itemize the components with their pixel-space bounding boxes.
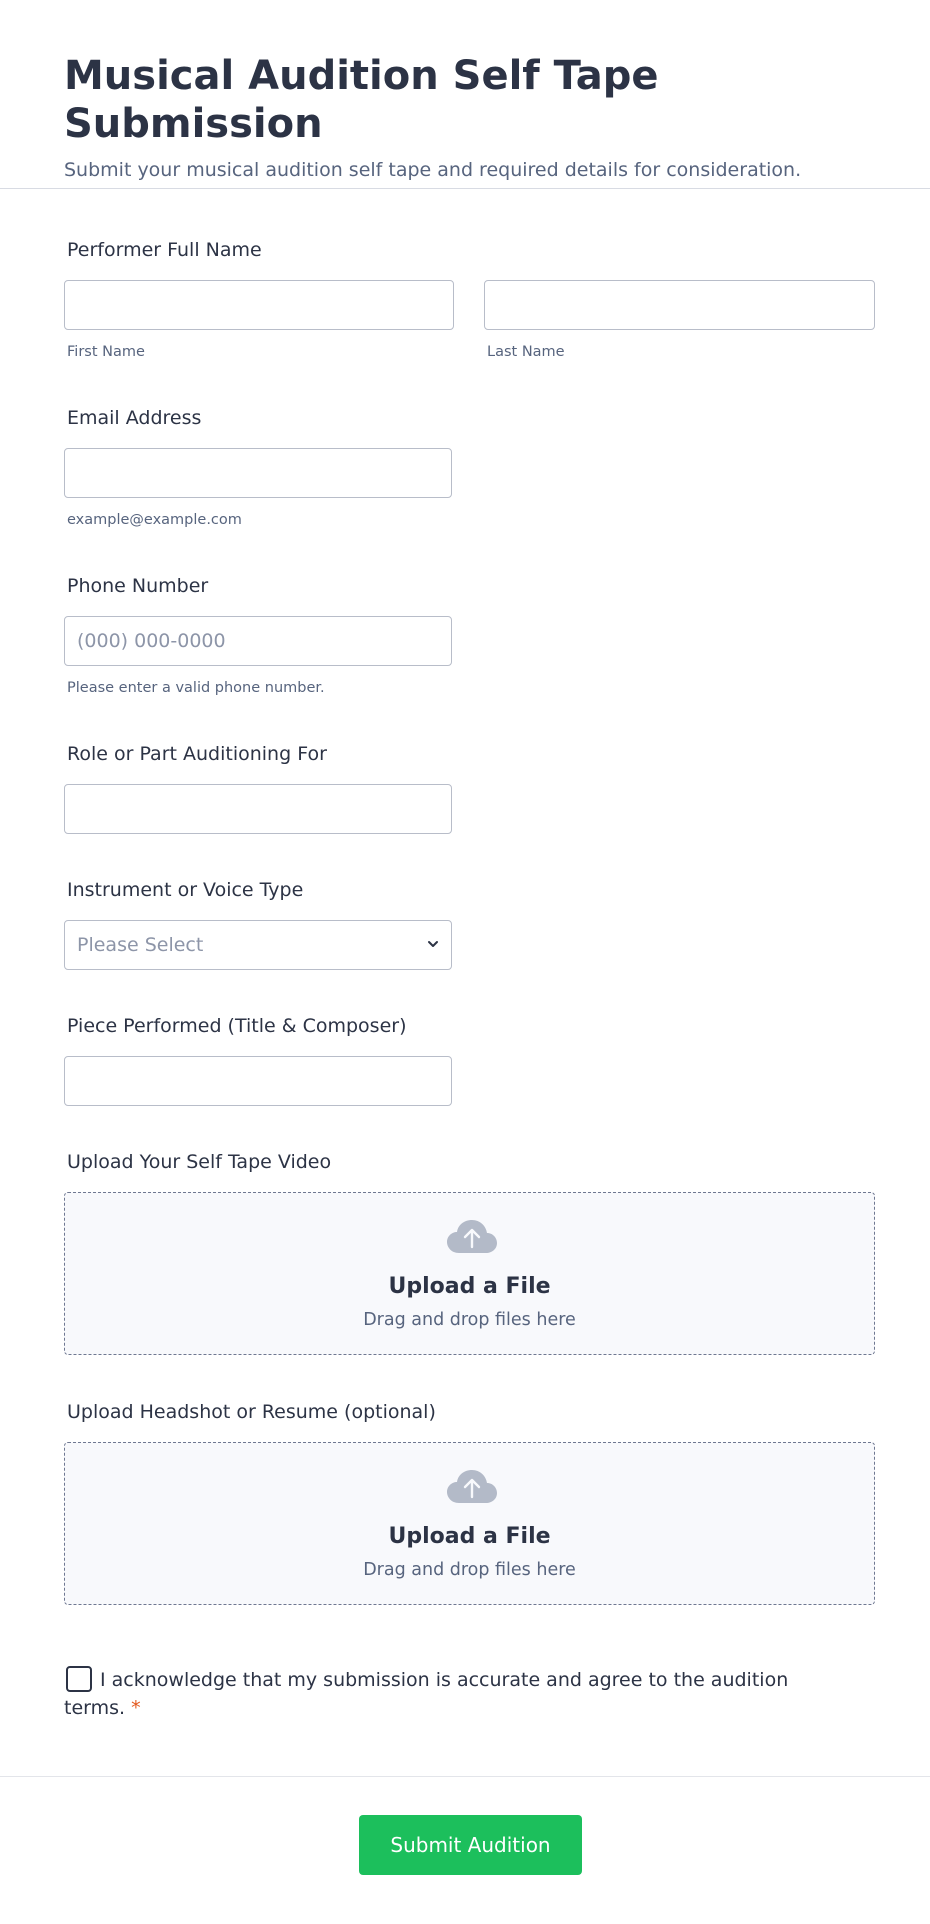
video-upload-dropzone[interactable]: Upload a File Drag and drop files here bbox=[64, 1192, 875, 1355]
video-upload-hint: Drag and drop files here bbox=[363, 1310, 576, 1330]
first-name-input[interactable] bbox=[64, 280, 454, 330]
headshot-upload-title: Upload a File bbox=[388, 1524, 551, 1549]
role-label: Role or Part Auditioning For bbox=[67, 743, 327, 765]
page-subtitle: Submit your musical audition self tape a… bbox=[64, 159, 802, 181]
form-header: Musical Audition Self Tape Submission Su… bbox=[0, 0, 930, 189]
chevron-down-icon bbox=[428, 941, 438, 947]
submit-button[interactable]: Submit Audition bbox=[359, 1815, 582, 1875]
video-upload-title: Upload a File bbox=[388, 1274, 551, 1299]
acknowledge-text: I acknowledge that my submission is accu… bbox=[64, 1669, 789, 1719]
full-name-label: Performer Full Name bbox=[67, 239, 262, 261]
cloud-upload-icon bbox=[447, 1220, 497, 1253]
email-sublabel: example@example.com bbox=[67, 512, 242, 528]
email-input[interactable] bbox=[64, 448, 452, 498]
piece-label: Piece Performed (Title & Composer) bbox=[67, 1015, 407, 1037]
last-name-input[interactable] bbox=[484, 280, 875, 330]
instrument-select[interactable]: Please Select bbox=[64, 920, 452, 970]
last-name-sublabel: Last Name bbox=[487, 344, 565, 360]
cloud-upload-icon bbox=[447, 1470, 497, 1503]
phone-input[interactable]: (000) 000-0000 bbox=[64, 616, 452, 666]
first-name-sublabel: First Name bbox=[67, 344, 145, 360]
acknowledge-checkbox[interactable] bbox=[66, 1666, 92, 1692]
required-mark: * bbox=[131, 1697, 141, 1719]
headshot-upload-hint: Drag and drop files here bbox=[363, 1560, 576, 1580]
headshot-upload-dropzone[interactable]: Upload a File Drag and drop files here bbox=[64, 1442, 875, 1605]
role-input[interactable] bbox=[64, 784, 452, 834]
email-label: Email Address bbox=[67, 407, 202, 429]
phone-label: Phone Number bbox=[67, 575, 209, 597]
headshot-upload-label: Upload Headshot or Resume (optional) bbox=[67, 1401, 436, 1423]
phone-placeholder: (000) 000-0000 bbox=[77, 630, 226, 652]
video-upload-label: Upload Your Self Tape Video bbox=[67, 1151, 332, 1173]
instrument-label: Instrument or Voice Type bbox=[67, 879, 304, 901]
phone-sublabel: Please enter a valid phone number. bbox=[67, 680, 325, 696]
footer-divider bbox=[0, 1776, 930, 1777]
instrument-selected: Please Select bbox=[77, 934, 204, 956]
page-title: Musical Audition Self Tape Submission bbox=[64, 53, 659, 147]
acknowledge-row: I acknowledge that my submission is accu… bbox=[64, 1666, 804, 1722]
piece-input[interactable] bbox=[64, 1056, 452, 1106]
